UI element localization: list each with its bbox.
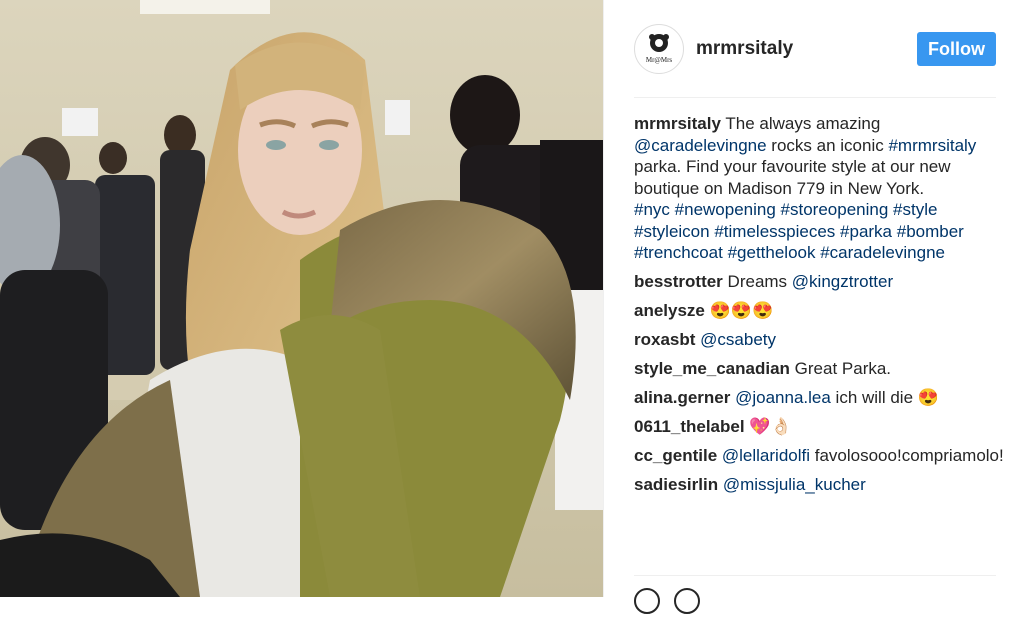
comment-emoji: 😍	[917, 388, 939, 407]
logo-icon: Mr@Mrs	[646, 34, 673, 64]
caption-text: The always amazing	[720, 114, 881, 133]
comment-item: roxasbt @csabety	[634, 329, 1004, 351]
caption-text: rocks an iconic	[766, 135, 889, 155]
caption-text: parka. Find your favourite style at our …	[634, 157, 951, 198]
comment-text: ich will die	[830, 388, 918, 407]
comment-text: Dreams	[727, 272, 792, 291]
post-header: Mr@Mrs mrmrsitaly Follow	[634, 24, 996, 74]
comment-username[interactable]: 0611_thelabel	[634, 417, 745, 436]
comment-mention[interactable]: @csabety	[700, 330, 776, 349]
comment-username[interactable]: cc_gentile	[634, 446, 717, 465]
caption-username[interactable]: mrmrsitaly	[634, 114, 721, 133]
follow-button[interactable]: Follow	[917, 32, 996, 66]
comment-item: besstrotter Dreams @kingztrotter	[634, 271, 1004, 293]
comment-emoji: 😍😍😍	[709, 301, 774, 320]
hashtag[interactable]: #storeopening	[781, 200, 889, 219]
comment-item: alina.gerner @joanna.lea ich will die 😍	[634, 387, 1004, 409]
comment-emoji: 💖👌🏻	[749, 417, 792, 436]
post-username[interactable]: mrmrsitaly	[696, 38, 793, 60]
hashtag[interactable]: #trenchcoat	[634, 243, 723, 262]
caption-hashtag[interactable]: #mrmrsitaly	[888, 136, 976, 155]
heart-icon[interactable]	[634, 588, 660, 614]
hashtag[interactable]: #style	[893, 200, 937, 219]
post-actions	[634, 588, 714, 619]
comment-username[interactable]: roxasbt	[634, 330, 695, 349]
comment-mention[interactable]: @missjulia_kucher	[723, 475, 866, 494]
hashtag[interactable]: #styleicon	[634, 222, 710, 241]
caption-mention[interactable]: @caradelevingne	[634, 136, 767, 155]
comment-text: favolosooo!compriamolo!	[810, 446, 1004, 465]
svg-text:Mr@Mrs: Mr@Mrs	[646, 56, 673, 64]
comment-icon[interactable]	[674, 588, 700, 614]
profile-avatar[interactable]: Mr@Mrs	[634, 24, 684, 74]
post-sidebar: Mr@Mrs mrmrsitaly Follow mrmrsitaly The …	[603, 0, 1024, 614]
comment-username[interactable]: alina.gerner	[634, 388, 730, 407]
hashtag[interactable]: #getthelook	[728, 243, 816, 262]
comment-username[interactable]: style_me_canadian	[634, 359, 790, 378]
post-caption: mrmrsitaly The always amazing @caradelev…	[634, 113, 1004, 264]
post-photo-illustration	[0, 0, 603, 597]
comment-mention[interactable]: @lellaridolfi	[722, 446, 810, 465]
comment-text: Great Parka.	[794, 359, 892, 378]
post-photo	[0, 0, 603, 597]
actions-divider	[634, 575, 996, 576]
header-divider	[634, 97, 996, 98]
hashtag[interactable]: #timelesspieces	[714, 222, 835, 241]
comment-username[interactable]: besstrotter	[634, 272, 723, 291]
comment-item: cc_gentile @lellaridolfi favolosooo!comp…	[634, 445, 1004, 467]
hashtag[interactable]: #bomber	[897, 222, 964, 241]
hashtag[interactable]: #nyc	[634, 200, 670, 219]
comment-item: sadiesirlin @missjulia_kucher	[634, 474, 1004, 496]
comment-item: style_me_canadian Great Parka.	[634, 358, 1004, 380]
comment-item: anelysze 😍😍😍	[634, 300, 1004, 322]
comment-mention[interactable]: @kingztrotter	[792, 272, 893, 291]
comments-list: mrmrsitaly The always amazing @caradelev…	[634, 113, 1004, 503]
hashtag[interactable]: #parka	[840, 222, 892, 241]
hashtag[interactable]: #newopening	[675, 200, 776, 219]
comment-item: 0611_thelabel 💖👌🏻	[634, 416, 1004, 438]
hashtag[interactable]: #caradelevingne	[820, 243, 945, 262]
comment-mention[interactable]: @joanna.lea	[735, 388, 831, 407]
comment-username[interactable]: anelysze	[634, 301, 705, 320]
comment-username[interactable]: sadiesirlin	[634, 475, 718, 494]
